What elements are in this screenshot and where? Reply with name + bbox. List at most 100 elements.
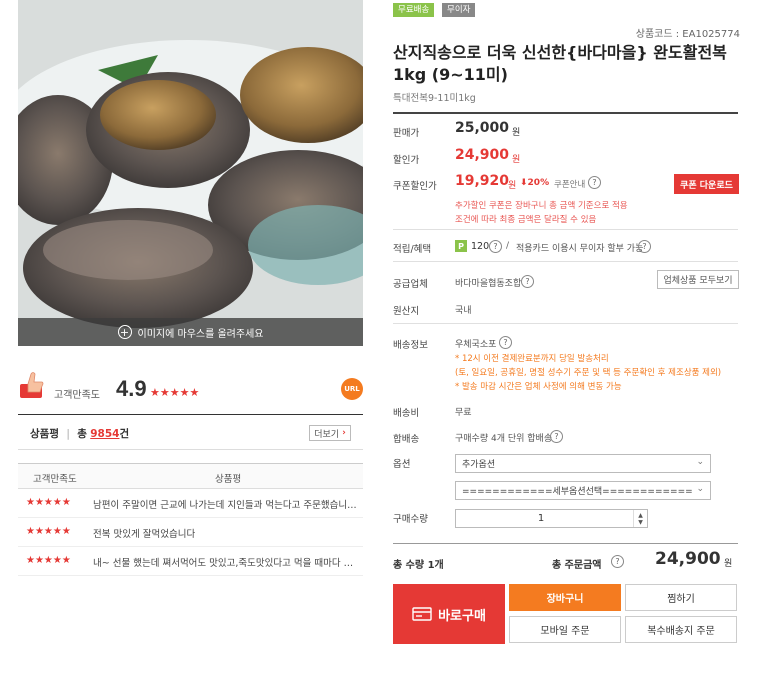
shipping-note: * 발송 마감 시간은 업체 사정에 의해 변동 가능 xyxy=(455,382,622,392)
chevron-down-icon: ⌄ xyxy=(696,457,704,467)
shipping-fee-label: 배송비 xyxy=(393,408,420,419)
product-title: 산지직송으로 더욱 신선한{바다마을} 완도활전복 1kg (9~11미) xyxy=(393,43,727,84)
origin-value: 국내 xyxy=(455,306,472,316)
thumbs-up-icon xyxy=(20,372,44,398)
shipping-info-label: 배송정보 xyxy=(393,340,428,351)
url-share-button[interactable]: URL xyxy=(341,378,363,400)
point-icon: P xyxy=(455,240,467,252)
bundle-label: 합배송 xyxy=(393,434,420,445)
product-code: 상품코드 : EA1025774 xyxy=(635,29,740,40)
benefits-label: 적립/혜택 xyxy=(393,244,432,255)
review-table: 고객만족도 상품평 ★★★★★ 남편이 주말이면 근교에 나가는데 지인들과 먹… xyxy=(18,463,363,576)
down-arrow-icon[interactable]: ▼ xyxy=(638,519,643,526)
card-icon xyxy=(412,607,432,621)
won-unit: 원 xyxy=(512,155,521,165)
quantity-value[interactable]: 1 xyxy=(456,513,626,524)
supplier-products-button[interactable]: 업체상품 모두보기 xyxy=(657,270,739,289)
divider xyxy=(393,543,738,544)
abalone-photo xyxy=(18,0,363,346)
supplier-name[interactable]: 바다마을협동조합 xyxy=(455,276,521,289)
benefit-divider: / xyxy=(506,241,510,251)
option-select-1-value: 추가옵션 xyxy=(462,460,496,470)
review-row[interactable]: ★★★★★ 전복 맛있게 잘먹었습니다 xyxy=(18,518,363,547)
total-amount-label: 총 주문금액 xyxy=(552,560,602,571)
card-benefit: 적용카드 이용시 무이자 할부 가능 xyxy=(516,244,644,254)
shipping-note: * 12시 이전 결제완료분까지 당일 발송처리 xyxy=(455,354,609,364)
review-text: 남편이 주말이면 근교에 나가는데 지인들과 먹는다고 주문했습니다. ... xyxy=(93,500,358,511)
review-text: 전복 맛있게 잘먹었습니다 xyxy=(93,529,196,540)
buy-now-button[interactable]: 바로구매 xyxy=(393,584,505,644)
coupon-price: 19,920 xyxy=(455,173,510,189)
header-satisfaction: 고객만족도 xyxy=(33,474,77,485)
carrier: 우체국소포 xyxy=(455,340,497,350)
won-unit: 원 xyxy=(512,128,521,138)
quantity-label: 구매수량 xyxy=(393,514,428,525)
review-table-header: 고객만족도 상품평 xyxy=(18,463,363,489)
quantity-stepper[interactable]: 1 ▲ ▼ xyxy=(455,509,648,528)
coupon-info-link[interactable]: 쿠폰안내 xyxy=(554,178,585,190)
option-select-1[interactable]: 추가옵션 ⌄ xyxy=(455,454,711,473)
product-subtitle: 특대전복9-11미1kg xyxy=(393,93,476,104)
chevron-down-icon: ⌄ xyxy=(696,484,704,494)
review-text: 내~ 선물 했는데 쪄서먹어도 맛있고,죽도맛있다고 먹을 때마다 전화... xyxy=(93,558,358,569)
shipping-note: (토, 일요일, 공휴일, 명절 성수기 주문 및 택 등 주문확인 후 제조상… xyxy=(455,368,722,378)
option-label: 옵션 xyxy=(393,459,411,470)
cart-button[interactable]: 장바구니 xyxy=(509,584,621,611)
origin-label: 원산지 xyxy=(393,306,420,317)
image-hover-text: 이미지에 마우스를 올려주세요 xyxy=(137,328,264,340)
review-row[interactable]: ★★★★★ 내~ 선물 했는데 쪄서먹어도 맛있고,죽도맛있다고 먹을 때마다 … xyxy=(18,547,363,576)
total-count: 총 수량 1개 xyxy=(393,560,444,571)
multi-address-order-button[interactable]: 복수배송지 주문 xyxy=(625,616,737,643)
more-label: 더보기 xyxy=(314,429,340,440)
won-unit: 원 xyxy=(724,559,733,569)
satisfaction-stars: ★★★★★ xyxy=(150,386,200,399)
satisfaction-row: 고객만족도 4.9 ★★★★★ URL xyxy=(18,366,363,406)
review-unit: 건 xyxy=(119,428,130,440)
help-icon[interactable]: ? xyxy=(489,240,502,253)
help-icon[interactable]: ? xyxy=(638,240,651,253)
option-select-2[interactable]: ============세부옵션선택============ ⌄ xyxy=(455,481,711,500)
help-icon[interactable]: ? xyxy=(611,555,624,568)
wishlist-button[interactable]: 찜하기 xyxy=(625,584,737,611)
satisfaction-score: 4.9 xyxy=(116,376,147,401)
review-separator: | xyxy=(66,428,70,440)
points-value: 120 xyxy=(471,241,490,252)
mobile-order-button[interactable]: 모바일 주문 xyxy=(509,616,621,643)
up-arrow-icon[interactable]: ▲ xyxy=(638,512,643,519)
help-icon[interactable]: ? xyxy=(588,176,601,189)
buy-now-label: 바로구매 xyxy=(438,608,486,624)
shipping-fee-value: 무료 xyxy=(455,408,472,418)
divider xyxy=(393,112,738,114)
option-select-2-value: ============세부옵션선택============ xyxy=(462,487,693,497)
free-shipping-tag: 무료배송 xyxy=(393,3,435,17)
list-price-label: 판매가 xyxy=(393,128,420,139)
review-label: 상품평 xyxy=(30,428,59,440)
sale-price: 24,900 xyxy=(455,147,510,163)
review-summary: 상품평 | 총 9854건 더보기 › xyxy=(18,414,363,450)
product-image[interactable]: + 이미지에 마우스를 올려주세요 xyxy=(18,0,363,346)
total-amount: 24,900 xyxy=(655,549,721,569)
divider xyxy=(393,323,738,324)
review-count[interactable]: 9854 xyxy=(90,428,119,440)
satisfaction-label: 고객만족도 xyxy=(54,390,100,401)
review-stars: ★★★★★ xyxy=(26,497,71,508)
header-review: 상품평 xyxy=(215,474,242,485)
stepper-arrows[interactable]: ▲ ▼ xyxy=(633,510,647,527)
review-stars: ★★★★★ xyxy=(26,526,71,537)
plus-circle-icon: + xyxy=(117,325,132,339)
divider xyxy=(393,229,738,230)
divider xyxy=(393,261,738,262)
coupon-price-label: 쿠폰할인가 xyxy=(393,181,437,192)
more-reviews-button[interactable]: 더보기 › xyxy=(309,425,351,441)
help-icon[interactable]: ? xyxy=(550,430,563,443)
help-icon[interactable]: ? xyxy=(521,275,534,288)
help-icon[interactable]: ? xyxy=(499,336,512,349)
coupon-note: 추가할인 쿠폰은 장바구니 총 금액 기준으로 적용 xyxy=(455,201,628,211)
coupon-download-button[interactable]: 쿠폰 다운로드 xyxy=(674,174,739,194)
sale-price-label: 할인가 xyxy=(393,155,420,166)
won-unit: 원 xyxy=(508,181,517,191)
supplier-label: 공급업체 xyxy=(393,279,428,290)
image-hover-hint: + 이미지에 마우스를 올려주세요 xyxy=(18,318,363,346)
list-price: 25,000 xyxy=(455,120,510,136)
review-row[interactable]: ★★★★★ 남편이 주말이면 근교에 나가는데 지인들과 먹는다고 주문했습니다… xyxy=(18,489,363,518)
